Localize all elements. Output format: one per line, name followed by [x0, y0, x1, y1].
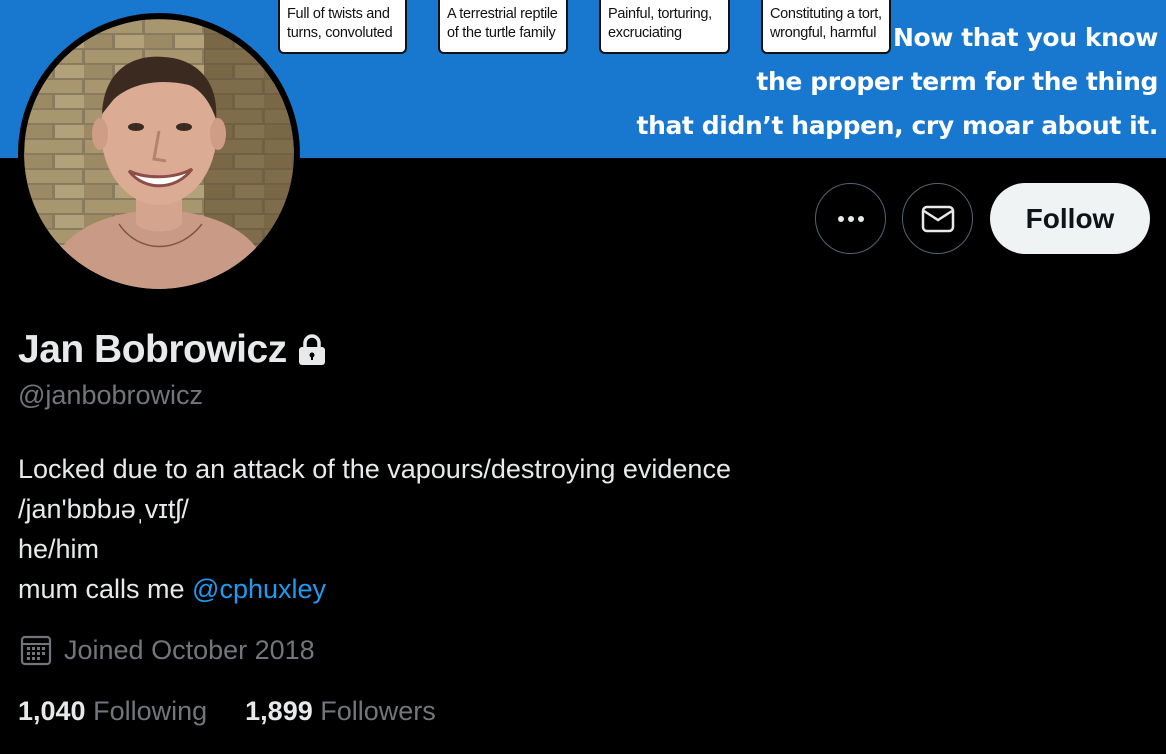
bio-line: mum calls me @cphuxley	[18, 569, 731, 609]
mention-link[interactable]: @cphuxley	[192, 574, 326, 604]
followers-link[interactable]: 1,899 Followers	[245, 696, 436, 727]
followers-count: 1,899	[245, 696, 313, 726]
following-count: 1,040	[18, 696, 86, 726]
following-label: Following	[93, 696, 208, 726]
joined-date: Joined October 2018	[20, 634, 315, 666]
lock-icon	[298, 334, 325, 365]
card-text: Full of twists and	[287, 6, 390, 22]
banner-caption: Now that you know the proper term for th…	[636, 16, 1159, 148]
profile-bio: Locked due to an attack of the vapours/d…	[18, 449, 731, 609]
banner-caption-line: the proper term for the thing	[756, 67, 1158, 96]
card-text: A terrestrial reptile	[447, 6, 558, 22]
avatar[interactable]	[18, 13, 300, 295]
banner-card-convoluted: Full of twists and turns, convoluted	[278, 0, 407, 54]
card-text: turns, convoluted	[287, 25, 393, 41]
followers-label: Followers	[320, 696, 436, 726]
bio-line: he/him	[18, 534, 100, 564]
display-name: Jan Bobrowicz	[18, 328, 287, 371]
calendar-icon	[20, 635, 52, 666]
banner-caption-line: Now that you know	[892, 23, 1158, 52]
more-button[interactable]	[815, 183, 886, 254]
bio-text: mum calls me	[18, 574, 193, 604]
message-button[interactable]	[902, 183, 973, 254]
bio-line: Locked due to an attack of the vapours/d…	[18, 454, 731, 484]
card-text: of the turtle family	[447, 25, 556, 41]
follow-button[interactable]: Follow	[990, 183, 1150, 254]
joined-text: Joined October 2018	[64, 634, 315, 665]
banner-caption-line: that didn’t happen, cry moar about it.	[636, 111, 1159, 140]
follow-stats: 1,040 Following 1,899 Followers	[18, 696, 474, 727]
following-link[interactable]: 1,040 Following	[18, 696, 207, 727]
avatar-photo	[24, 19, 294, 289]
bio-line: /jan'bɒbɹəˌvɪtʃ/	[18, 494, 189, 524]
banner-card-tortoise: A terrestrial reptile of the turtle fami…	[438, 0, 568, 54]
more-horizontal-icon	[837, 215, 864, 222]
profile-name-row: Jan Bobrowicz	[18, 328, 329, 372]
username-handle: @janbobrowicz	[18, 380, 203, 410]
envelope-icon	[921, 205, 954, 232]
